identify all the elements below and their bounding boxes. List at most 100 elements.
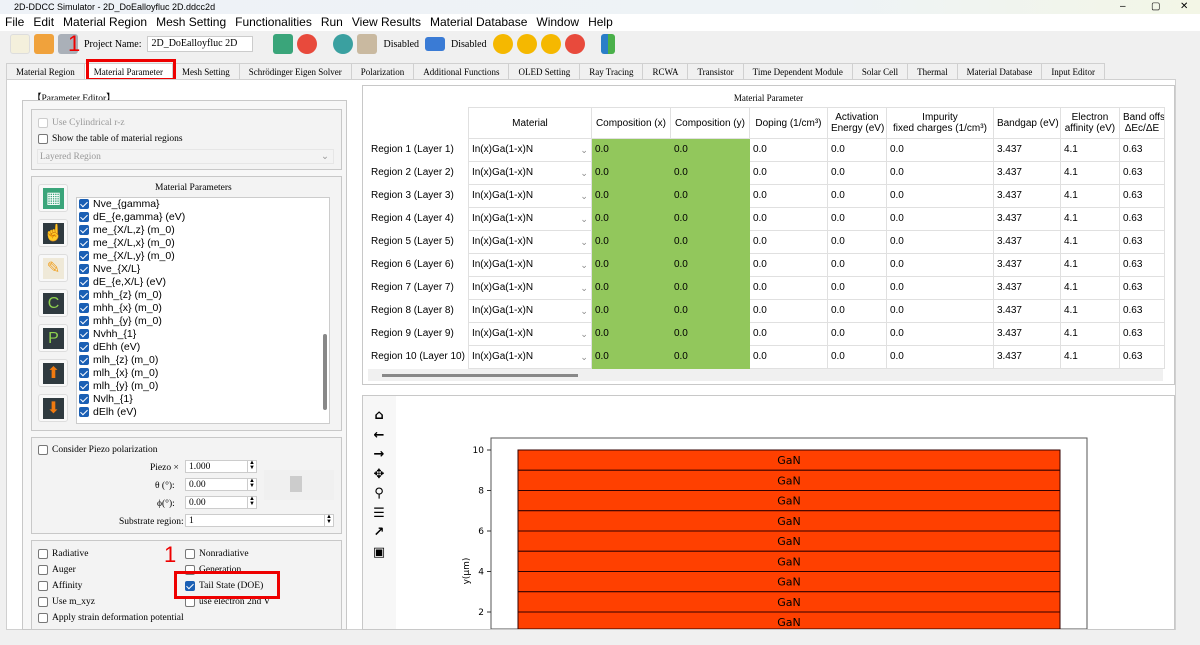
columns-icon[interactable] <box>357 34 378 54</box>
table-cell[interactable]: 4.1 <box>1059 207 1120 231</box>
table-cell[interactable]: 4.1 <box>1059 253 1120 277</box>
table-cell[interactable]: 0.0 <box>885 276 994 300</box>
table-cell[interactable]: 0.0 <box>748 207 828 231</box>
option-affinity[interactable]: Affinity <box>38 580 82 592</box>
parameter-item[interactable]: Nvlh_{1} <box>77 393 329 406</box>
table-cell[interactable]: 0.0 <box>590 345 671 369</box>
checkbox[interactable] <box>38 564 48 575</box>
table-cell[interactable]: 0.0 <box>748 299 828 323</box>
parameter-item[interactable]: dElh (eV) <box>77 406 329 419</box>
theta-spinbox[interactable]: 0.00 ▲ ▼ <box>185 478 257 491</box>
table-cell[interactable]: 0.0 <box>669 322 750 346</box>
parameter-checkbox[interactable] <box>79 407 89 418</box>
table-cell[interactable]: 0.0 <box>885 345 994 369</box>
piezo-preview-button[interactable] <box>264 470 334 500</box>
table-cell[interactable]: 0.0 <box>826 184 887 208</box>
table-cell[interactable]: 0.0 <box>669 184 750 208</box>
tab-rcwa[interactable]: RCWA <box>642 63 689 79</box>
parameter-item[interactable]: mlh_{z} (m_0) <box>77 354 329 367</box>
table-cell[interactable]: 0.63 <box>1118 345 1165 369</box>
table-cell[interactable]: 0.0 <box>590 138 671 162</box>
table-cell[interactable]: 0.0 <box>885 299 994 323</box>
menu-run[interactable]: Run <box>321 14 343 31</box>
parameter-item[interactable]: dE_{e,X/L} (eV) <box>77 276 329 289</box>
refresh-icon[interactable] <box>297 34 318 54</box>
table-cell[interactable]: 0.0 <box>748 184 828 208</box>
parameter-item[interactable]: mlh_{y} (m_0) <box>77 380 329 393</box>
parameter-checkbox[interactable] <box>79 277 89 288</box>
table-cell[interactable]: 3.437 <box>992 184 1061 208</box>
parameter-checkbox[interactable] <box>79 368 89 379</box>
option-nonradiative[interactable]: Nonradiative <box>185 548 249 560</box>
parameter-checkbox[interactable] <box>79 381 89 392</box>
new-file-icon[interactable] <box>10 34 30 54</box>
table-cell[interactable]: 0.0 <box>590 276 671 300</box>
table-cell[interactable]: 0.0 <box>590 184 671 208</box>
table-cell[interactable]: 0.63 <box>1118 276 1165 300</box>
parameter-checkbox[interactable] <box>79 199 89 210</box>
tab-time-dependent-module[interactable]: Time Dependent Module <box>742 63 853 79</box>
material-select[interactable]: In(x)Ga(1-x)N ⌄ <box>467 253 592 277</box>
parameter-checkbox[interactable] <box>79 264 89 275</box>
checkbox[interactable] <box>38 612 48 623</box>
table-cell[interactable]: 0.0 <box>669 299 750 323</box>
parameter-checkbox[interactable] <box>79 329 89 340</box>
parameter-item[interactable]: dE_{e,gamma} (eV) <box>77 211 329 224</box>
table-cell[interactable]: 0.0 <box>669 253 750 277</box>
parameter-checkbox[interactable] <box>79 251 89 262</box>
table-cell[interactable]: 0.0 <box>826 299 887 323</box>
menu-material-database[interactable]: Material Database <box>430 14 527 31</box>
table-cell[interactable]: 4.1 <box>1059 345 1120 369</box>
table-cell[interactable]: 0.0 <box>826 276 887 300</box>
parameter-item[interactable]: Nve_{gamma} <box>77 198 329 211</box>
table-cell[interactable]: 0.0 <box>826 161 887 185</box>
table-cell[interactable]: 4.1 <box>1059 184 1120 208</box>
table-cell[interactable]: 0.0 <box>885 161 994 185</box>
option-radiative[interactable]: Radiative <box>38 548 88 560</box>
table-cell[interactable]: 4.1 <box>1059 161 1120 185</box>
table-cell[interactable]: 0.63 <box>1118 207 1165 231</box>
run-all-icon[interactable] <box>516 34 537 54</box>
open-folder-icon[interactable] <box>34 34 54 54</box>
table-cell[interactable]: 0.0 <box>669 207 750 231</box>
table-cell[interactable]: 3.437 <box>992 207 1061 231</box>
table-cell[interactable]: 0.63 <box>1118 230 1165 254</box>
stop-icon[interactable] <box>564 34 585 54</box>
use-cylindrical-checkbox[interactable]: Use Cylindrical r-z <box>38 117 125 129</box>
menu-help[interactable]: Help <box>588 14 613 31</box>
parameter-item[interactable]: mhh_{y} (m_0) <box>77 315 329 328</box>
parameter-item[interactable]: Nvhh_{1} <box>77 328 329 341</box>
parameter-item[interactable]: mlh_{x} (m_0) <box>77 367 329 380</box>
parameter-item[interactable]: dEhh (eV) <box>77 341 329 354</box>
parameter-checkbox[interactable] <box>79 238 89 249</box>
table-cell[interactable]: 0.63 <box>1118 184 1165 208</box>
table-cell[interactable]: 0.0 <box>669 161 750 185</box>
tab-ray-tracing[interactable]: Ray Tracing <box>579 63 644 79</box>
settings-icon[interactable] <box>333 34 354 54</box>
parameter-checkbox[interactable] <box>79 212 89 223</box>
list-scrollbar[interactable] <box>323 334 327 410</box>
parameter-checkbox[interactable] <box>79 316 89 327</box>
close-button[interactable]: ✕ <box>1180 0 1188 14</box>
table-cell[interactable]: 4.1 <box>1059 138 1120 162</box>
table-cell[interactable]: 4.1 <box>1059 299 1120 323</box>
table-cell[interactable]: 0.0 <box>669 138 750 162</box>
table-cell[interactable]: 4.1 <box>1059 276 1120 300</box>
table-cell[interactable]: 0.0 <box>748 230 828 254</box>
material-select[interactable]: In(x)Ga(1-x)N ⌄ <box>467 276 592 300</box>
parameter-checkbox[interactable] <box>79 290 89 301</box>
parameter-item[interactable]: mhh_{x} (m_0) <box>77 302 329 315</box>
table-cell[interactable]: 3.437 <box>992 230 1061 254</box>
menu-mesh-setting[interactable]: Mesh Setting <box>156 14 226 31</box>
parameter-item[interactable]: me_{X/L,x} (m_0) <box>77 237 329 250</box>
mesh-view-icon[interactable] <box>273 34 294 54</box>
horizontal-scrollbar[interactable] <box>368 369 1163 381</box>
table-cell[interactable]: 0.0 <box>748 138 828 162</box>
table-cell[interactable]: 0.0 <box>826 253 887 277</box>
tab-additional-functions[interactable]: Additional Functions <box>413 63 510 79</box>
list-icon[interactable] <box>425 37 446 51</box>
tab-oled-setting[interactable]: OLED Setting <box>508 63 581 79</box>
table-cell[interactable]: 0.0 <box>826 207 887 231</box>
table-cell[interactable]: 3.437 <box>992 161 1061 185</box>
parameter-checkbox[interactable] <box>79 225 89 236</box>
